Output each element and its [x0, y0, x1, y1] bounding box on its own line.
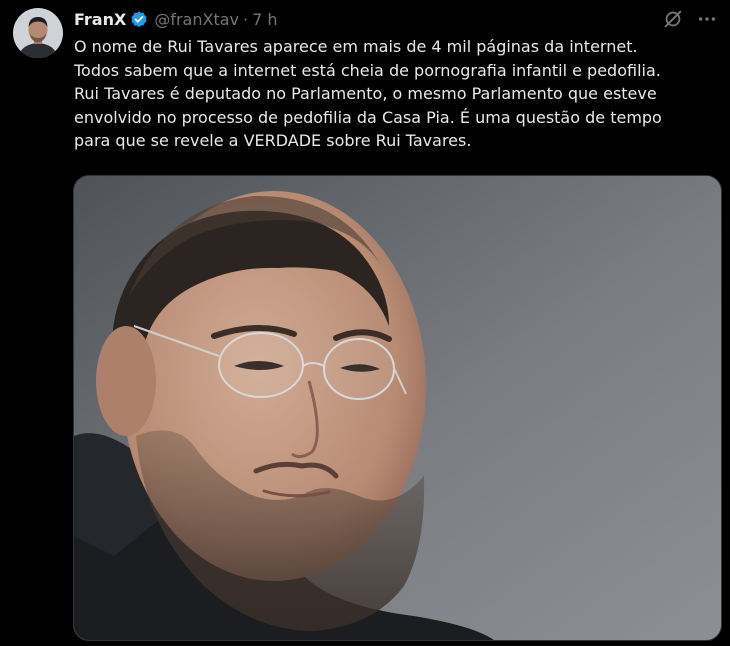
author-avatar[interactable] [13, 8, 63, 58]
tweet-text-line: Rui Tavares é deputado no Parlamento, o … [74, 84, 657, 103]
more-options-button[interactable] [694, 8, 720, 34]
tweet-actions [652, 8, 720, 34]
author-handle[interactable]: @franXtav [154, 9, 239, 31]
more-options-icon [696, 8, 718, 34]
tweet-text-line: envolvido no processo de pedofilia da Ca… [74, 107, 662, 127]
tweet-text-line: para que se revele a VERDADE sobre Rui T… [74, 131, 472, 150]
tweet-text-line: O nome de Rui Tavares aparece em mais de… [74, 37, 638, 56]
verified-badge-icon [129, 10, 149, 30]
grok-icon [662, 8, 684, 34]
grok-button[interactable] [660, 8, 686, 34]
tweet-header: FranX @franXtav · 7 h [74, 9, 278, 31]
tweet-timestamp[interactable]: 7 h [252, 9, 277, 31]
author-display-name[interactable]: FranX [74, 9, 126, 31]
tweet[interactable]: FranX @franXtav · 7 h O nome de Rui Tava… [0, 0, 730, 646]
tweet-media-photo[interactable] [73, 175, 722, 641]
header-separator: · [243, 10, 249, 29]
tweet-text: O nome de Rui Tavares aparece em mais de… [74, 35, 724, 153]
tweet-text-line: Todos sabem que a internet está cheia de… [74, 60, 661, 80]
